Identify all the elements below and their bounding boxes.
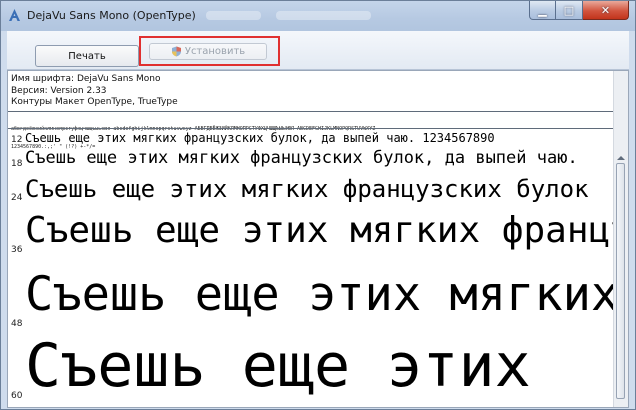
install-label: Установить (184, 46, 246, 57)
close-icon: ✕ (600, 3, 611, 17)
title-bar-reflection (206, 11, 261, 20)
close-button[interactable]: ✕ (583, 1, 629, 20)
toolbar: Печать Установить (7, 31, 629, 70)
size-label: 36 (11, 245, 23, 255)
title-bar-reflection (276, 11, 371, 20)
size-label: 12 (11, 135, 23, 145)
font-viewer-window: DejaVu Sans Mono (OpenType) ▁ □ ✕ Печать (0, 0, 636, 410)
window-title: DejaVu Sans Mono (OpenType) (27, 9, 196, 22)
font-outlines-text: Контуры Макет OpenType, TrueType (11, 97, 178, 107)
scroll-up-icon[interactable] (617, 156, 625, 160)
minimize-icon: ▁ (538, 3, 547, 17)
sample-row-12: 12 Съешь еще этих мягких французских бул… (8, 131, 614, 148)
size-label: 18 (11, 159, 23, 169)
scroll-thumb[interactable] (616, 163, 625, 399)
sample-text: Съешь еще этих мягких (25, 270, 614, 322)
maximize-button[interactable]: □ (556, 1, 583, 20)
sample-row-24: 24 Съешь еще этих мягких французских бул… (8, 175, 614, 209)
sample-row-60: 60 Съешь еще этих (8, 335, 614, 407)
font-version-text: Версия: Version 2.33 (11, 85, 107, 96)
sample-row-36: 36 Съешь еще этих мягких французских (8, 212, 614, 260)
sample-text: Съешь еще этих мягких французских (25, 212, 614, 251)
title-bar[interactable]: DejaVu Sans Mono (OpenType) ▁ □ ✕ (1, 1, 635, 31)
size-label: 48 (11, 319, 23, 329)
sample-text: Съешь еще этих мягких французских булок (25, 175, 589, 203)
font-name-text: Имя шрифта: DejaVu Sans Mono (11, 74, 161, 84)
font-info: Имя шрифта: DejaVu Sans Mono Версия: Ver… (11, 74, 178, 109)
size-label: 60 (11, 391, 23, 401)
vertical-scrollbar[interactable] (613, 71, 628, 407)
maximize-icon: □ (563, 3, 575, 17)
sample-text: Съешь еще этих (25, 335, 531, 401)
print-button[interactable]: Печать (35, 45, 139, 67)
sample-text: Съешь еще этих мягких французских булок,… (25, 131, 495, 145)
size-label: 24 (11, 193, 23, 203)
sample-row-48: 48 Съешь еще этих мягких (8, 270, 614, 338)
shield-icon (171, 46, 181, 57)
install-button[interactable]: Установить (149, 43, 267, 60)
install-highlight: Установить (139, 36, 280, 66)
font-app-icon (9, 9, 20, 21)
caption-buttons: ▁ □ ✕ (529, 1, 629, 21)
font-preview: Имя шрифта: DejaVu Sans Mono Версия: Ver… (7, 70, 629, 408)
sample-text: Съешь еще этих мягких французских булок,… (25, 148, 578, 168)
divider (8, 128, 616, 129)
divider (8, 111, 616, 112)
sample-row-18: 18 Съешь еще этих мягких французских бул… (8, 148, 614, 173)
minimize-button[interactable]: ▁ (529, 1, 556, 20)
